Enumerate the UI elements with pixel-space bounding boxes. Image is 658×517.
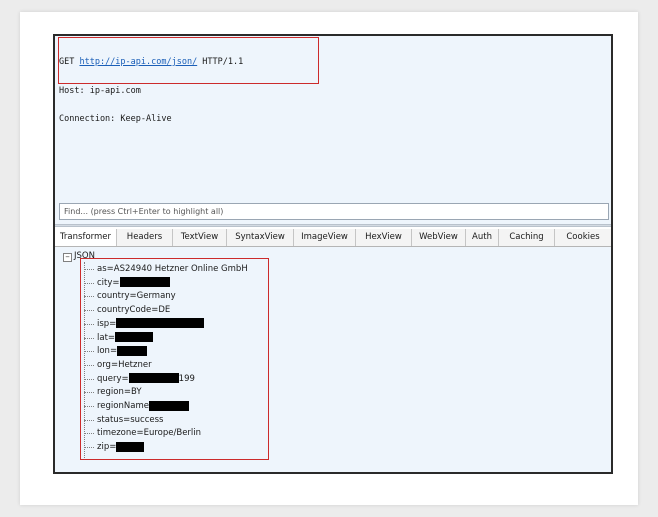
collapse-toggle-icon[interactable]: − [63, 253, 72, 262]
request-highlight-box [58, 37, 319, 84]
tab-caching[interactable]: Caching [499, 229, 555, 246]
tab-syntaxview[interactable]: SyntaxView [227, 229, 294, 246]
response-highlight-box [80, 258, 269, 460]
response-tabs: Transformer Headers TextView SyntaxView … [55, 229, 611, 247]
response-pane: − JSON as=AS24940 Hetzner Online GmbH cit… [55, 247, 611, 472]
connection-header: Connection: Keep-Alive [59, 114, 172, 124]
tab-headers[interactable]: Headers [117, 229, 173, 246]
pane-splitter[interactable] [55, 224, 611, 227]
tab-auth[interactable]: Auth [466, 229, 499, 246]
find-input[interactable]: Find... (press Ctrl+Enter to highlight a… [59, 203, 609, 220]
tab-imageview[interactable]: ImageView [294, 229, 356, 246]
tab-cookies[interactable]: Cookies [555, 229, 611, 246]
tab-hexview[interactable]: HexView [356, 229, 412, 246]
tab-transformer[interactable]: Transformer [55, 229, 117, 246]
host-header: Host: ip-api.com [59, 85, 141, 96]
fiddler-inspector-window: GET http://ip-api.com/json/ HTTP/1.1 Hos… [53, 34, 613, 474]
request-pane[interactable]: GET http://ip-api.com/json/ HTTP/1.1 Hos… [55, 36, 611, 224]
tab-webview[interactable]: WebView [412, 229, 466, 246]
tab-textview[interactable]: TextView [173, 229, 227, 246]
